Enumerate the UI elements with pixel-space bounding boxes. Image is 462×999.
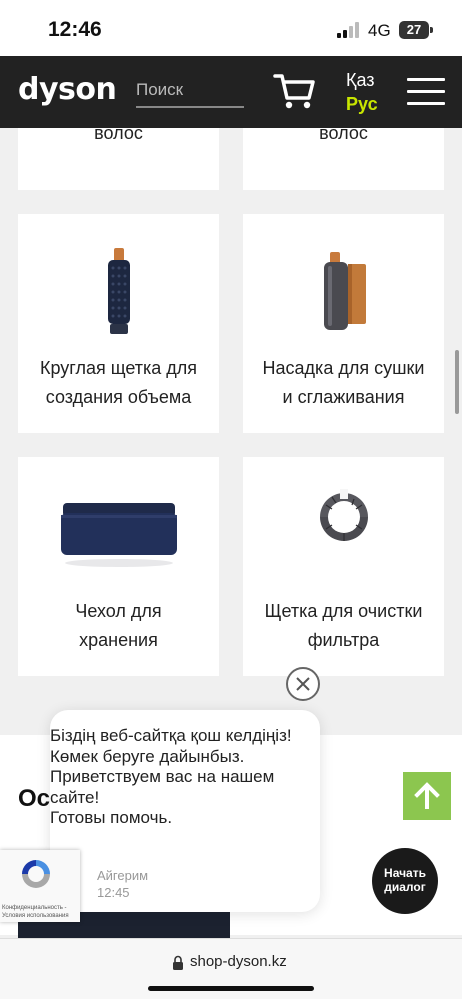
product-card[interactable]: выпрямления волос <box>18 128 219 190</box>
home-indicator <box>148 986 314 991</box>
status-time: 12:46 <box>48 18 102 41</box>
scroll-top-button[interactable] <box>403 772 451 820</box>
signal-icon <box>337 22 359 38</box>
smoothing-attachment-image <box>323 252 366 330</box>
search-input[interactable] <box>136 74 244 106</box>
dyson-logo[interactable]: dyson <box>18 72 117 107</box>
recaptcha-icon <box>22 860 50 888</box>
hamburger-menu-icon[interactable] <box>407 78 445 108</box>
product-title: Круглая щетка для создания объема <box>39 358 198 407</box>
product-title: Щетка для очистки фильтра <box>264 601 423 650</box>
agent-name: Айгерим <box>97 868 149 883</box>
recaptcha-text: Конфиденциальность - Условия использован… <box>2 905 69 919</box>
product-title: Насадка для сушки и сглаживания <box>262 358 425 407</box>
storage-case-image <box>60 503 177 567</box>
arrow-up-icon <box>414 782 440 809</box>
lock-icon <box>173 955 183 970</box>
product-card[interactable]: Насадка для сушки и сглаживания <box>243 214 444 433</box>
site-header: dyson Қаз Рус <box>0 56 462 128</box>
agent-time: 12:45 <box>97 885 130 900</box>
filter-cleaning-brush-image <box>319 489 368 541</box>
product-title: Чехол для хранения <box>75 601 162 650</box>
cart-icon[interactable] <box>273 72 315 110</box>
search-box <box>136 74 244 108</box>
section-heading: Ос <box>18 785 51 812</box>
browser-bar: shop-dyson.kz <box>0 938 462 999</box>
lang-rus-link[interactable]: Рус <box>346 94 378 115</box>
scrollbar[interactable] <box>455 350 459 414</box>
status-bar: 12:46 4G 27 <box>0 0 462 56</box>
lang-kaz-link[interactable]: Қаз <box>346 70 375 91</box>
url-text[interactable]: shop-dyson.kz <box>190 953 287 970</box>
chat-message: Біздің веб-сайтқа қош келдіңіз! Көмек бе… <box>50 726 292 827</box>
chat-bubble: Біздің веб-сайтқа қош келдіңіз! Көмек бе… <box>50 710 320 912</box>
round-brush-image <box>107 248 130 334</box>
product-card[interactable]: Круглая щетка для создания объема <box>18 214 219 433</box>
product-card[interactable]: Чехол для хранения <box>18 457 219 676</box>
product-title: выпрямления волос <box>319 128 368 143</box>
product-title: выпрямления волос <box>94 128 143 143</box>
network-label: 4G <box>368 21 391 40</box>
product-card[interactable]: выпрямления волос <box>243 128 444 190</box>
close-icon <box>296 677 310 691</box>
recaptcha-badge[interactable]: Конфиденциальность - Условия использован… <box>0 850 80 922</box>
product-card[interactable]: Щетка для очистки фильтра <box>243 457 444 676</box>
battery-icon: 27 <box>399 21 433 39</box>
chat-close-button[interactable] <box>286 667 320 701</box>
start-dialog-button[interactable]: Начать диалог <box>372 848 438 914</box>
